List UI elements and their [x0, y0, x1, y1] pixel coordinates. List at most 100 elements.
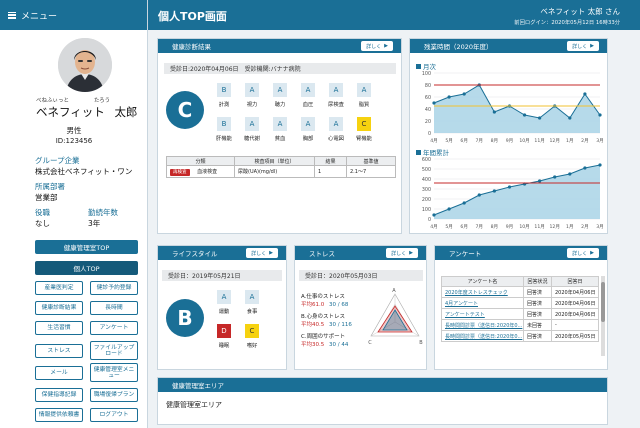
- annual-overtime-chart: 600 500 400 300 200 100 04月 5月 6月 7月 8月 9月 10月 11月 12月…: [422, 157, 604, 230]
- user-fullname: ベネフィット 太郎: [36, 104, 137, 120]
- lifestyle-detail-button[interactable]: 詳しく ▶: [246, 248, 278, 258]
- survey-link[interactable]: 2020年度ストレスチェック: [441, 286, 524, 298]
- x-tick-label: 4月: [430, 224, 438, 230]
- survey-scrollbar[interactable]: [601, 276, 605, 356]
- data-point: [447, 95, 451, 99]
- menu-toggle[interactable]: メニュー: [0, 0, 147, 30]
- x-tick-label: 11月: [534, 224, 544, 230]
- nav-checkup-results[interactable]: 健康診断結果: [35, 301, 83, 315]
- last-login: 前回ログイン：2020年05月12日 16時33分: [514, 20, 620, 26]
- nav-info-request[interactable]: 情報提供依頼書: [35, 408, 83, 422]
- lifestyle-card-header: ライフスタイル 詳しく ▶: [158, 246, 286, 260]
- y-tick-label: 100: [422, 207, 431, 213]
- survey-status: 回答済: [523, 297, 552, 309]
- y-tick-label: 500: [422, 167, 431, 173]
- lifestyle-card: ライフスタイル 詳しく ▶ 受診日：2019年05月21日 B A 運動 A 食…: [157, 245, 287, 370]
- grade-label: 聴力: [274, 102, 286, 108]
- checkup-overall-grade: C: [166, 91, 204, 129]
- nav-return-to-work-plan[interactable]: 職場復帰プラン: [90, 388, 138, 402]
- nav-long-hours[interactable]: 長時間: [90, 301, 138, 315]
- x-tick-label: 1月: [566, 224, 574, 230]
- nav-health-office-menu[interactable]: 健康管理室メニュー: [90, 363, 138, 382]
- grade-label: 腎機能: [356, 136, 372, 142]
- nav-mail[interactable]: メール: [35, 366, 83, 380]
- grade-hearing: A: [273, 83, 287, 97]
- employee-id: ID:123456: [55, 137, 93, 145]
- survey-detail-button[interactable]: 詳しく ▶: [567, 248, 599, 258]
- survey-link[interactable]: 4月アンケート: [441, 297, 524, 309]
- x-tick-label: 5月: [445, 138, 453, 144]
- survey-date: 2020年05月05日: [551, 330, 599, 342]
- dept-value: 営業部: [35, 193, 58, 202]
- data-point: [447, 207, 451, 211]
- table-header: 分類: [166, 156, 235, 166]
- nav-logout[interactable]: ログアウト: [90, 408, 138, 422]
- position-label: 役職: [35, 208, 50, 217]
- nav-file-upload[interactable]: ファイルアップロード: [90, 341, 138, 360]
- gender: 男性: [66, 126, 82, 135]
- table-header: 基準値: [346, 156, 396, 166]
- data-point: [477, 193, 481, 197]
- grade-sleep: D: [217, 324, 231, 338]
- grade-label: 食事: [246, 309, 258, 315]
- y-tick-label: 200: [422, 197, 431, 203]
- checkup-detail-button[interactable]: 詳しく ▶: [361, 41, 393, 51]
- chevron-right-icon: ▶: [590, 43, 594, 49]
- health-office-area-card: 健康管理室エリア 健康管理室エリア: [157, 377, 608, 425]
- survey-link[interactable]: 長時間問診票（送信日:2020年0...: [441, 319, 524, 331]
- group-label: グループ企業: [35, 156, 80, 165]
- lifestyle-info-bar: 受診日：2019年05月21日: [162, 270, 282, 281]
- nav-survey[interactable]: アンケート: [90, 321, 138, 335]
- table-cell: 再検査 血液検査: [166, 165, 235, 178]
- table-row: 再検査 血液検査 尿酸(UA)(mg/dl) 1 2.1〜7: [166, 165, 396, 178]
- nav-occupational-physician[interactable]: 産業医判定: [35, 281, 83, 295]
- nav-health-office-top[interactable]: 健康管理室TOP: [35, 240, 138, 254]
- hamburger-icon[interactable]: [8, 11, 16, 19]
- y-tick-label: 0: [428, 217, 431, 223]
- series-area: [434, 165, 600, 219]
- nav-guidance-records[interactable]: 保健指導記録: [35, 388, 83, 402]
- grade-measurement: B: [217, 83, 231, 97]
- chevron-right-icon: ▶: [269, 250, 273, 256]
- avatar-photo-icon: [58, 38, 112, 92]
- page-title: 個人TOP画面: [158, 10, 227, 23]
- app: メニュー べねふぃっと たろう ベネフィット 太郎 男性 ID:123456 グ: [0, 0, 640, 428]
- data-point: [432, 213, 436, 217]
- ruby-last: べねふぃっと: [36, 98, 70, 104]
- x-tick-label: 9月: [506, 224, 514, 230]
- table-row: 4月アンケート 回答済 2020年04月06日: [441, 297, 599, 309]
- nav-checkup-booking[interactable]: 健診予約登録: [90, 281, 138, 295]
- table-row: 2020年度ストレスチェック 回答済 2020年04月06日: [441, 286, 599, 298]
- data-point: [583, 92, 587, 96]
- data-point: [462, 201, 466, 205]
- detail-label: 詳しく: [391, 250, 407, 257]
- checkup-date: 受診日:2020年04月06日: [170, 66, 239, 73]
- table-header: 結果: [314, 156, 347, 166]
- checkup-card: 健康診断結果 詳しく ▶ 受診日:2020年04月06日 受診機関:バナナ病院 …: [157, 38, 402, 234]
- first-name: 太郎: [114, 105, 138, 119]
- nav-stress[interactable]: ストレス: [35, 344, 83, 358]
- chevron-right-icon: ▶: [409, 250, 413, 256]
- nav-lifestyle[interactable]: 生活習慣: [35, 321, 83, 335]
- x-tick-label: 6月: [460, 138, 468, 144]
- detail-label: 詳しく: [572, 250, 588, 257]
- grade-lipids: A: [357, 83, 371, 97]
- stress-score: 30 / 68: [329, 302, 349, 308]
- nav-personal-top[interactable]: 個人TOP: [35, 261, 138, 275]
- y-tick-label: 80: [425, 83, 431, 89]
- grade-label: 尿検査: [328, 102, 344, 108]
- checkup-title: 健康診断結果: [172, 43, 211, 51]
- ruby-first: たろう: [94, 98, 111, 104]
- grade-preference: C: [245, 324, 259, 338]
- overtime-detail-button[interactable]: 詳しく ▶: [567, 41, 599, 51]
- survey-link[interactable]: アンケートテスト: [441, 308, 524, 320]
- x-tick-label: 4月: [430, 138, 438, 144]
- grade-ecg: A: [329, 117, 343, 131]
- grade-vision: A: [245, 83, 259, 97]
- y-tick-label: 20: [425, 119, 431, 125]
- table-header-row: アンケート名 回答状況 回答日: [441, 276, 599, 287]
- survey-link[interactable]: 長時間問診票（送信日:2020年0...: [441, 330, 524, 342]
- table-cell: 2.1〜7: [346, 165, 396, 178]
- sidebar: メニュー べねふぃっと たろう ベネフィット 太郎 男性 ID:123456 グ: [0, 0, 148, 428]
- stress-detail-button[interactable]: 詳しく ▶: [386, 248, 418, 258]
